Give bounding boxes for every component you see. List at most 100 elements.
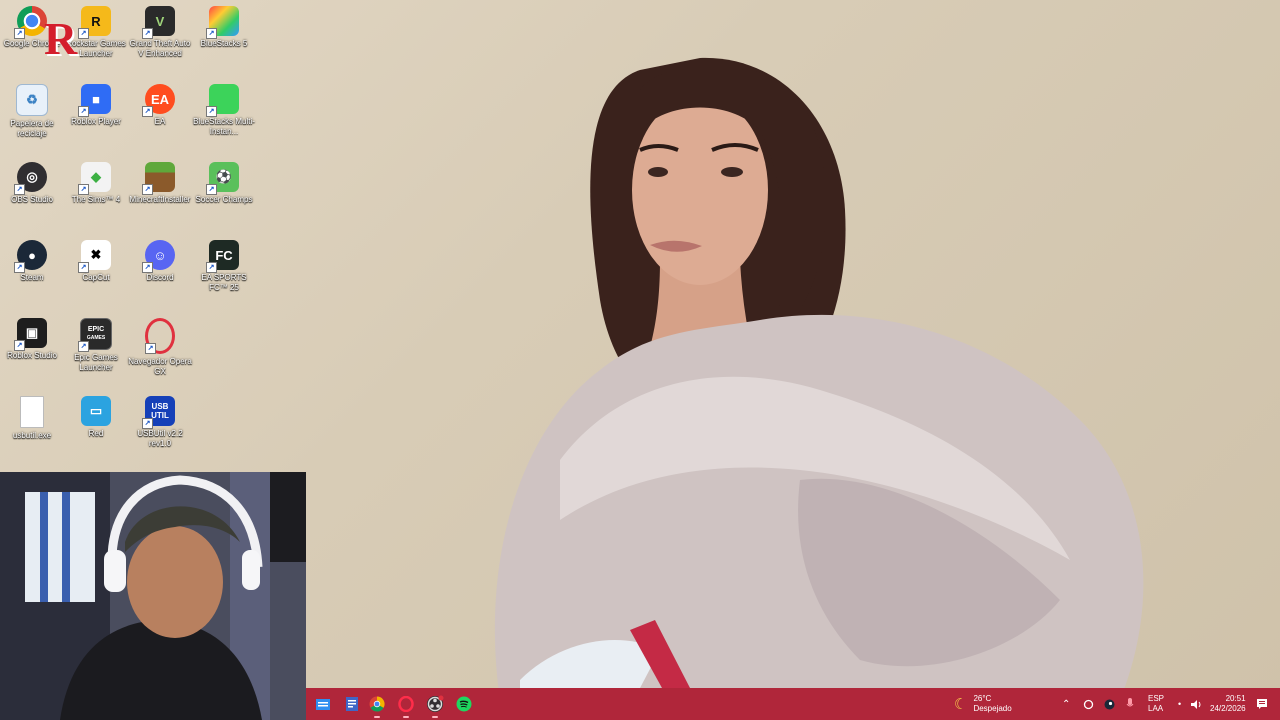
desktop-icon-roblox-studio[interactable]: ▣ ↗ Roblox Studio bbox=[0, 318, 64, 361]
steam-icon: ● ↗ bbox=[14, 240, 47, 273]
shortcut-arrow-icon: ↗ bbox=[142, 28, 153, 39]
usb-text: USB bbox=[151, 402, 169, 411]
language-line1: ESP bbox=[1148, 694, 1165, 703]
webcam-person-image bbox=[0, 472, 306, 720]
bluestacks-icon: ↗ bbox=[206, 6, 239, 39]
shortcut-arrow-icon: ↗ bbox=[206, 184, 217, 195]
desktop-icon-label: Red bbox=[88, 429, 104, 438]
desktop-icon-label: Steam bbox=[20, 273, 44, 282]
notepad-icon[interactable] bbox=[341, 693, 363, 715]
volume-icon[interactable] bbox=[1190, 688, 1203, 720]
desktop-icon-label: CapCut bbox=[82, 273, 110, 282]
shortcut-arrow-icon: ↗ bbox=[78, 184, 89, 195]
desktop-icon-epic-games[interactable]: EPIC GAMES ↗ Epic Games Launcher bbox=[64, 318, 128, 373]
shortcut-arrow-icon: ↗ bbox=[14, 262, 25, 273]
desktop-icon-steam[interactable]: ● ↗ Steam bbox=[0, 240, 64, 283]
steam-tray-icon[interactable] bbox=[1104, 688, 1115, 720]
desktop-icon-ea-fc[interactable]: FC ↗ EA SPORTS FC™ 25 bbox=[192, 240, 256, 293]
obs-icon[interactable] bbox=[424, 693, 446, 718]
desktop-icon-label: Grand Theft Auto V Enhanced bbox=[129, 39, 191, 58]
desktop-icon-sims[interactable]: ◆ ↗ The Sims™ 4 bbox=[64, 162, 128, 205]
shortcut-arrow-icon: ↗ bbox=[14, 28, 25, 39]
clock-time: 20:51 bbox=[1225, 694, 1246, 703]
obs-icon: ◎ ↗ bbox=[14, 162, 47, 195]
desktop-icon-label: Papelera de reciclaje bbox=[10, 119, 54, 138]
desktop-icon-label: Navegador Opera GX bbox=[128, 357, 192, 376]
desktop-icon-label: Roblox Studio bbox=[7, 351, 57, 360]
microphone-icon[interactable] bbox=[1126, 688, 1134, 720]
spotify-icon[interactable] bbox=[453, 693, 475, 715]
usbutil-icon: USB UTIL ↗ bbox=[142, 396, 175, 429]
shortcut-arrow-icon: ↗ bbox=[14, 340, 25, 351]
desktop-icon-label: Discord bbox=[146, 273, 174, 282]
desktop-icon-label: BlueStacks 5 bbox=[200, 39, 248, 48]
desktop-icon-bluestacks[interactable]: ↗ BlueStacks 5 bbox=[192, 6, 256, 49]
weather-widget[interactable]: ☾ 26°C Despejado bbox=[954, 688, 1012, 720]
epic-games-icon: EPIC GAMES ↗ bbox=[78, 318, 112, 352]
desktop-icon-label: Roblox Player bbox=[71, 117, 121, 126]
sims-icon: ◆ ↗ bbox=[78, 162, 111, 195]
shortcut-arrow-icon: ↗ bbox=[206, 262, 217, 273]
desktop-icon-file[interactable]: usbutil.exe bbox=[0, 396, 64, 441]
moon-icon: ☾ bbox=[954, 696, 968, 713]
desktop-icon-usbutil[interactable]: USB UTIL ↗ USBUtil v2.2 rev1.0 bbox=[128, 396, 192, 449]
file-icon bbox=[20, 396, 44, 428]
clock-date: 24/2/2026 bbox=[1210, 704, 1246, 713]
recycle-bin-icon: ♻ bbox=[16, 84, 48, 116]
desktop-icon-label: Soccer Champs bbox=[195, 195, 253, 204]
desktop-icon-label: OBS Studio bbox=[11, 195, 53, 204]
shortcut-arrow-icon: ↗ bbox=[145, 343, 156, 354]
desktop-icon-label: The Sims™ 4 bbox=[71, 195, 121, 204]
network-icon: ▭ bbox=[81, 396, 111, 426]
chevron-up-icon[interactable]: ⌃ bbox=[1062, 688, 1070, 720]
shortcut-arrow-icon: ↗ bbox=[78, 28, 89, 39]
epic-text: EPIC bbox=[87, 326, 105, 333]
desktop-icon-obs[interactable]: ◎ ↗ OBS Studio bbox=[0, 162, 64, 205]
desktop-icon-soccer-champs[interactable]: ⚽ ↗ Soccer Champs bbox=[192, 162, 256, 205]
desktop-icon-label: usbutil.exe bbox=[12, 431, 52, 440]
shortcut-arrow-icon: ↗ bbox=[206, 28, 217, 39]
desktop-icon-label: MinecraftInstaller bbox=[129, 195, 191, 204]
language-indicator[interactable]: ESP LAA bbox=[1148, 688, 1164, 720]
soccer-champs-icon: ⚽ ↗ bbox=[206, 162, 239, 195]
shortcut-arrow-icon: ↗ bbox=[78, 262, 89, 273]
games-text: GAMES bbox=[86, 335, 106, 341]
opera-gx-icon[interactable] bbox=[395, 693, 417, 718]
onedrive-sync-icon[interactable] bbox=[1083, 688, 1094, 720]
desktop-icon-ea[interactable]: EA ↗ EA bbox=[128, 84, 192, 127]
notification-icon[interactable] bbox=[1256, 688, 1268, 720]
ea-icon: EA ↗ bbox=[142, 84, 175, 117]
desktop-icon-minecraft[interactable]: ↗ MinecraftInstaller bbox=[128, 162, 192, 205]
desktop-icon-opera-gx[interactable]: ↗ Navegador Opera GX bbox=[128, 318, 192, 377]
desktop-icon-gta[interactable]: V ↗ Grand Theft Auto V Enhanced bbox=[128, 6, 192, 59]
desktop-icon-capcut[interactable]: ✖ ↗ CapCut bbox=[64, 240, 128, 283]
weather-temp: 26°C bbox=[973, 694, 992, 703]
language-line2: LAA bbox=[1148, 704, 1164, 713]
shortcut-arrow-icon: ↗ bbox=[206, 106, 217, 117]
desktop-icon-recycle-bin[interactable]: ♻ Papelera de reciclaje bbox=[0, 84, 64, 139]
shortcut-arrow-icon: ↗ bbox=[14, 184, 25, 195]
chrome-icon: ↗ bbox=[14, 6, 47, 39]
desktop-icon-label: BlueStacks Multi-Instan... bbox=[193, 117, 255, 136]
shortcut-arrow-icon: ↗ bbox=[78, 341, 89, 352]
desktop-icon-network[interactable]: ▭ Red bbox=[64, 396, 128, 439]
capcut-icon: ✖ ↗ bbox=[78, 240, 111, 273]
file-explorer-icon[interactable] bbox=[312, 693, 334, 715]
roblox-icon: ■ ↗ bbox=[78, 84, 111, 117]
desktop-icon-label: EA bbox=[154, 117, 166, 126]
util-text: UTIL bbox=[151, 411, 169, 420]
desktop-icon-roblox[interactable]: ■ ↗ Roblox Player bbox=[64, 84, 128, 127]
ea-fc-icon: FC ↗ bbox=[206, 240, 239, 273]
channel-logo-badge: R bbox=[44, 13, 78, 64]
clock[interactable]: 20:51 24/2/2026 bbox=[1210, 688, 1246, 720]
desktop-icon-bluestacks-multi[interactable]: ↗ BlueStacks Multi-Instan... bbox=[192, 84, 256, 137]
desktop-icon-discord[interactable]: ☺ ↗ Discord bbox=[128, 240, 192, 283]
weather-condition: Despejado bbox=[973, 704, 1012, 713]
shortcut-arrow-icon: ↗ bbox=[142, 184, 153, 195]
shortcut-arrow-icon: ↗ bbox=[142, 106, 153, 117]
network-tray-icon[interactable]: • bbox=[1178, 688, 1181, 720]
discord-icon: ☺ ↗ bbox=[142, 240, 175, 273]
shortcut-arrow-icon: ↗ bbox=[142, 418, 153, 429]
chrome-icon[interactable] bbox=[366, 693, 388, 718]
opera-gx-icon: ↗ bbox=[145, 318, 175, 354]
